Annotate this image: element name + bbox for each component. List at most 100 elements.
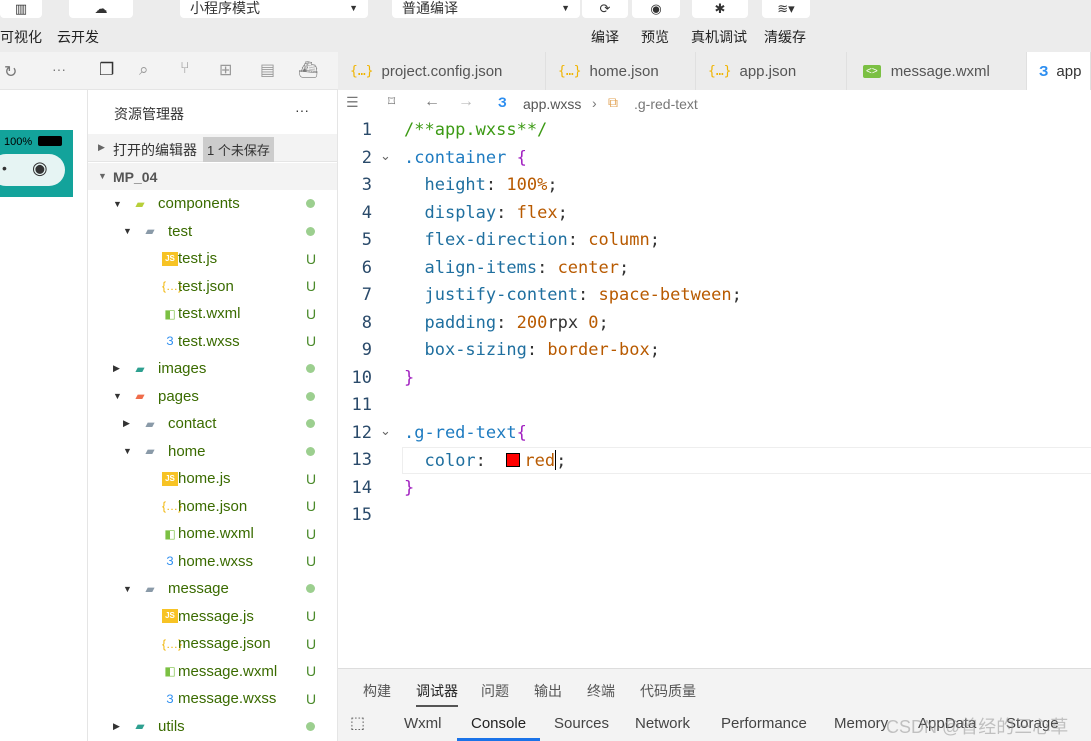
- tree-item[interactable]: JS message.js U: [88, 603, 337, 630]
- tree-item[interactable]: Зtest.wxss U: [88, 328, 337, 355]
- breadcrumb-file[interactable]: app.wxss: [523, 96, 581, 112]
- tree-item[interactable]: JS home.js U: [88, 465, 337, 492]
- tree-item[interactable]: ▶ ▰ contact: [88, 410, 337, 437]
- capsule-button[interactable]: • ◉: [0, 154, 65, 186]
- code-editor[interactable]: ☰ ⌑ ← → З app.wxss › ⧉ .g-red-text 1 /**a…: [338, 90, 1091, 668]
- tree-item[interactable]: JS test.js U: [88, 245, 337, 272]
- code-line: }: [404, 478, 414, 498]
- git-branch-icon[interactable]: ⑂: [180, 60, 190, 78]
- tab-message-wxml[interactable]: <> message.wxml: [847, 52, 1027, 90]
- panel-tab[interactable]: 构建: [363, 681, 391, 701]
- chevron-down-icon[interactable]: ▼: [123, 446, 132, 456]
- tree-item[interactable]: {…} home.json U: [88, 493, 337, 520]
- tab-project-config[interactable]: {…} project.config.json: [338, 52, 546, 90]
- chevron-right-icon[interactable]: ▶: [113, 363, 120, 374]
- git-status: U: [306, 553, 317, 569]
- tree-item[interactable]: ◧ home.wxml U: [88, 520, 337, 547]
- tree-item[interactable]: ▼ ▰ test: [88, 218, 337, 245]
- code-token: color: [424, 451, 476, 471]
- tree-item[interactable]: ▶ ▰ utils: [88, 713, 337, 740]
- fold-chevron-icon[interactable]: ⌄: [380, 423, 391, 439]
- devtools-tab[interactable]: Console: [457, 715, 541, 741]
- fold-chevron-icon[interactable]: ⌄: [380, 148, 391, 164]
- tree-item[interactable]: ◧ message.wxml U: [88, 658, 337, 685]
- tab-app-json[interactable]: {…} app.json: [696, 52, 847, 90]
- back-arrow-icon[interactable]: ←: [424, 93, 440, 111]
- extensions-icon[interactable]: ⊞: [219, 60, 232, 80]
- code-token: /**app.wxss**/: [404, 120, 548, 140]
- tree-item[interactable]: ▼ ▰ components: [88, 190, 337, 217]
- cloud-button[interactable]: ☁: [69, 0, 133, 18]
- devtools-tab[interactable]: Network: [635, 715, 690, 732]
- visual-button[interactable]: ▥: [0, 0, 42, 18]
- bookmark-icon[interactable]: ⌑: [388, 93, 395, 110]
- git-status: U: [306, 635, 317, 652]
- tab-label: message.wxml: [890, 62, 990, 80]
- tree-item[interactable]: Зmessage.wxss U: [88, 685, 337, 712]
- devtools-tab[interactable]: Sources: [554, 715, 609, 732]
- breadcrumb-symbol[interactable]: .g-red-text: [634, 96, 698, 112]
- git-status: U: [306, 498, 317, 514]
- more-icon[interactable]: ···: [52, 61, 66, 77]
- mode-select[interactable]: 小程序模式 ▼: [180, 0, 368, 18]
- chevron-down-icon[interactable]: ▼: [123, 226, 132, 236]
- tree-item-label: test.js: [178, 250, 218, 267]
- line-number: 7: [361, 285, 372, 305]
- tree-item-label: home.js: [178, 470, 231, 487]
- json-icon: {…}: [350, 63, 374, 79]
- outline-icon[interactable]: ☰: [346, 94, 359, 111]
- tree-item[interactable]: ▼ ▰ message: [88, 575, 337, 602]
- wxss-icon: З: [166, 334, 174, 348]
- inspect-element-icon[interactable]: ⬚: [350, 713, 365, 733]
- forward-arrow-icon[interactable]: →: [458, 93, 474, 111]
- chevron-down-icon[interactable]: ▼: [113, 391, 122, 401]
- compile-button[interactable]: ⟳: [582, 0, 628, 18]
- remote-debug-button[interactable]: ✱: [692, 0, 748, 18]
- panel-tab[interactable]: 调试器: [416, 681, 458, 707]
- rotate-icon[interactable]: ↻: [4, 62, 17, 82]
- wxml-icon: <>: [863, 64, 881, 78]
- tree-item[interactable]: {…} test.json U: [88, 273, 337, 300]
- chevron-down-icon[interactable]: ▼: [123, 584, 132, 594]
- bottom-panel: 构建 调试器 问题 输出 终端 代码质量 ⬚ Wxml Console Sources Netw…: [338, 668, 1091, 741]
- explorer-more-button[interactable]: ···: [295, 102, 309, 118]
- tree-item-label: message.js: [178, 607, 254, 625]
- symbol-icon: ⧉: [608, 94, 618, 110]
- compile-mode-select[interactable]: 普通编译 ▼: [392, 0, 580, 18]
- open-editors-section[interactable]: ▶ 打开的编辑器 1 个未保存: [88, 134, 337, 162]
- status-dot: [306, 364, 315, 373]
- devtools-tab[interactable]: Memory: [834, 715, 888, 732]
- tree-item[interactable]: Зhome.wxss U: [88, 548, 337, 575]
- project-section[interactable]: ▼ MP_04: [88, 163, 337, 190]
- chevron-right-icon[interactable]: ▶: [123, 418, 130, 429]
- panel-tab[interactable]: 终端: [587, 681, 615, 701]
- code-token: }: [404, 477, 415, 498]
- tree-item[interactable]: ◧ test.wxml U: [88, 300, 337, 327]
- code-token: flex-direction: [424, 230, 568, 250]
- panel-tab[interactable]: 代码质量: [640, 681, 696, 701]
- panel-tab[interactable]: 问题: [481, 681, 509, 701]
- devtools-tab[interactable]: Wxml: [404, 715, 442, 732]
- tree-item[interactable]: ▼ ▰ home: [88, 438, 337, 465]
- tree-item[interactable]: ▼ ▰ pages: [88, 383, 337, 410]
- panel-icon[interactable]: ▤: [260, 60, 275, 80]
- chevron-right-icon[interactable]: ▶: [113, 721, 120, 732]
- tree-item-label: test.json: [178, 277, 234, 295]
- color-swatch[interactable]: [506, 453, 521, 467]
- tab-app-wxss[interactable]: Зapp: [1027, 52, 1091, 90]
- devtools-tab[interactable]: Performance: [721, 715, 807, 732]
- clear-cache-button[interactable]: ≋▾: [762, 0, 810, 18]
- tree-item[interactable]: {…} message.json U: [88, 630, 337, 657]
- search-icon[interactable]: ⌕: [139, 60, 149, 80]
- tree-item-label: test: [168, 222, 193, 240]
- docker-icon[interactable]: ⛴: [298, 60, 318, 80]
- tab-home-json[interactable]: {…} home.json: [546, 52, 696, 90]
- tree-item[interactable]: ▶ ▰ images: [88, 355, 337, 382]
- panel-tab[interactable]: 输出: [534, 681, 562, 701]
- preview-button[interactable]: ◉: [632, 0, 680, 18]
- tree-item-label: pages: [158, 387, 199, 405]
- tree-item-label: home.wxss: [178, 552, 254, 570]
- chevron-down-icon[interactable]: ▼: [113, 199, 122, 209]
- files-icon[interactable]: ❐: [99, 60, 114, 80]
